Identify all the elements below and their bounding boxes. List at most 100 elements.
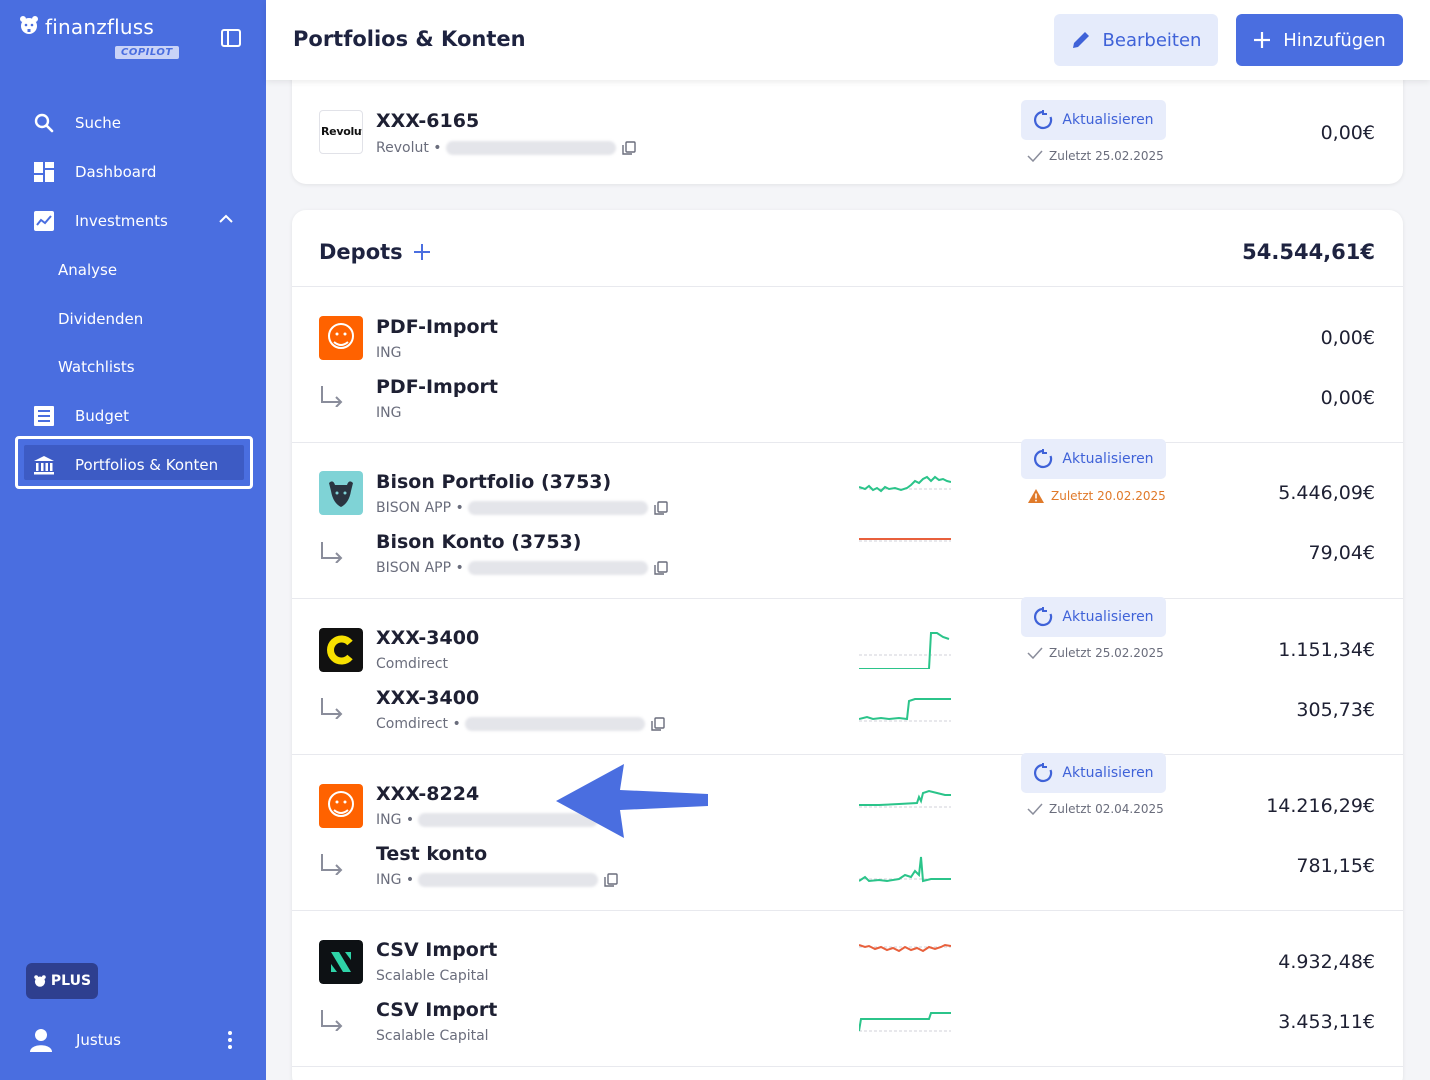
copy-icon[interactable] [654,561,668,575]
sparkline-chart [859,475,951,493]
account-provider: Revolut • [376,140,442,156]
chevron-up-icon[interactable] [218,211,234,227]
sparkline-chart [859,538,951,542]
last-sync-text: Zuletzt 25.02.2025 [1049,646,1164,660]
section-total: 54.544,61€ [1242,240,1375,264]
account-title[interactable]: PDF-Import [376,316,498,338]
account-subtitle: Comdirect • [376,716,665,732]
more-vertical-icon[interactable] [224,1030,236,1050]
account-title[interactable]: CSV Import [376,999,497,1021]
edit-button-label: Bearbeiten [1102,29,1202,51]
scalable-capital-logo [319,940,363,984]
refresh-icon [1034,763,1053,783]
account-provider: BISON APP • [376,560,464,576]
account-provider: Scalable Capital [376,968,489,984]
account-provider: ING • [376,872,415,888]
refresh-icon [1034,607,1053,627]
last-sync-text: Zuletzt 25.02.2025 [1049,149,1164,163]
account-title[interactable]: XXX-3400 [376,627,479,649]
account-subtitle: BISON APP • [376,560,668,576]
account-subtitle: Scalable Capital [376,1028,489,1044]
account-title[interactable]: CSV Import [376,939,497,961]
sidebar-collapse-icon[interactable] [220,27,242,49]
sidebar-item-watchlists[interactable]: Watchlists [58,352,135,382]
plus-icon[interactable] [413,243,431,261]
bison-logo [319,471,363,515]
account-provider: ING • [376,812,415,828]
account-group-ing-pdf: PDF-Import ING 0,00€ PDF-Import ING 0,00… [292,287,1403,443]
account-subtitle: ING [376,345,401,361]
refresh-label: Aktualisieren [1062,765,1154,781]
user-name: Justus [76,1031,121,1049]
sidebar-item-budget[interactable]: Budget [24,396,252,436]
copy-icon[interactable] [654,501,668,515]
copy-icon[interactable] [604,873,618,887]
account-provider: ING [376,405,402,421]
account-title[interactable]: Bison Portfolio (3753) [376,471,611,493]
last-sync-text: Zuletzt 02.04.2025 [1049,802,1164,816]
refresh-button[interactable]: Aktualisieren [1021,753,1166,793]
check-icon [1027,803,1043,815]
account-amount: 3.453,11€ [1278,1011,1375,1033]
account-title[interactable]: PDF-Import [376,376,498,398]
sparkline-chart [859,1012,951,1032]
copy-icon[interactable] [651,717,665,731]
divider [292,1066,1403,1067]
account-subtitle: Revolut • [376,140,636,156]
sparkline-chart [859,789,951,808]
account-title[interactable]: Test konto [376,843,487,865]
account-amount: 305,73€ [1296,699,1375,721]
account-amount: 79,04€ [1308,542,1375,564]
warning-icon [1028,489,1044,503]
account-subtitle: BISON APP • [376,500,668,516]
user-avatar-icon [30,1029,52,1052]
sidebar-item-label: Investments [75,212,168,230]
account-card-revolut: Revolut XXX-6165 Revolut • Aktualisieren… [292,70,1403,184]
sidebar-item-analyse[interactable]: Analyse [58,255,117,285]
dashboard-icon [33,161,55,183]
account-title[interactable]: XXX-3400 [376,687,479,709]
account-amount: 0,00€ [1320,387,1375,409]
sparkline-chart [859,856,951,883]
account-subtitle: Scalable Capital [376,968,489,984]
refresh-label: Aktualisieren [1062,451,1154,467]
sidebar: finanzfluss COPILOT Suche Dashboard Inve… [0,0,266,1080]
last-sync-status: Zuletzt 25.02.2025 [1027,149,1164,163]
sidebar-item-investments[interactable]: Investments [24,201,252,241]
redacted-iban [445,141,616,155]
refresh-button[interactable]: Aktualisieren [1021,597,1166,637]
brand-name: finanzfluss [45,15,155,39]
sub-account-arrow-icon [321,542,343,563]
search-icon [33,112,55,134]
sparkline-chart [859,632,951,669]
redacted-iban [467,501,648,515]
refresh-button[interactable]: Aktualisieren [1021,100,1166,140]
copy-icon[interactable] [621,141,636,155]
account-subtitle: ING • [376,872,618,888]
edit-button[interactable]: Bearbeiten [1054,14,1218,66]
last-sync-status: Zuletzt 20.02.2025 [1027,488,1166,504]
sidebar-item-label: Suche [75,114,122,132]
account-title[interactable]: XXX-6165 [376,110,479,132]
sidebar-item-dividenden[interactable]: Dividenden [58,304,143,334]
add-button[interactable]: Hinzufügen [1236,14,1403,66]
sub-account-arrow-icon [321,854,343,875]
refresh-button[interactable]: Aktualisieren [1021,439,1166,479]
plus-icon [1254,32,1271,48]
sidebar-item-portfolios-konten[interactable]: Portfolios & Konten [24,445,252,485]
annotation-arrow [556,764,708,838]
brand-logo[interactable]: finanzfluss COPILOT [18,14,179,59]
refresh-label: Aktualisieren [1062,609,1154,625]
sub-account-arrow-icon [321,386,343,407]
user-menu[interactable]: Justus [30,1024,240,1056]
sub-account-arrow-icon [321,698,343,719]
account-title[interactable]: XXX-8224 [376,783,479,805]
account-title[interactable]: Bison Konto (3753) [376,531,581,553]
sidebar-item-suche[interactable]: Suche [24,103,252,143]
sidebar-item-dashboard[interactable]: Dashboard [24,152,252,192]
brand-badge: COPILOT [115,46,179,59]
comdirect-logo [319,628,363,672]
page-title: Portfolios & Konten [293,27,526,51]
plan-badge[interactable]: PLUS [26,963,98,999]
last-sync-status: Zuletzt 02.04.2025 [1027,802,1164,816]
